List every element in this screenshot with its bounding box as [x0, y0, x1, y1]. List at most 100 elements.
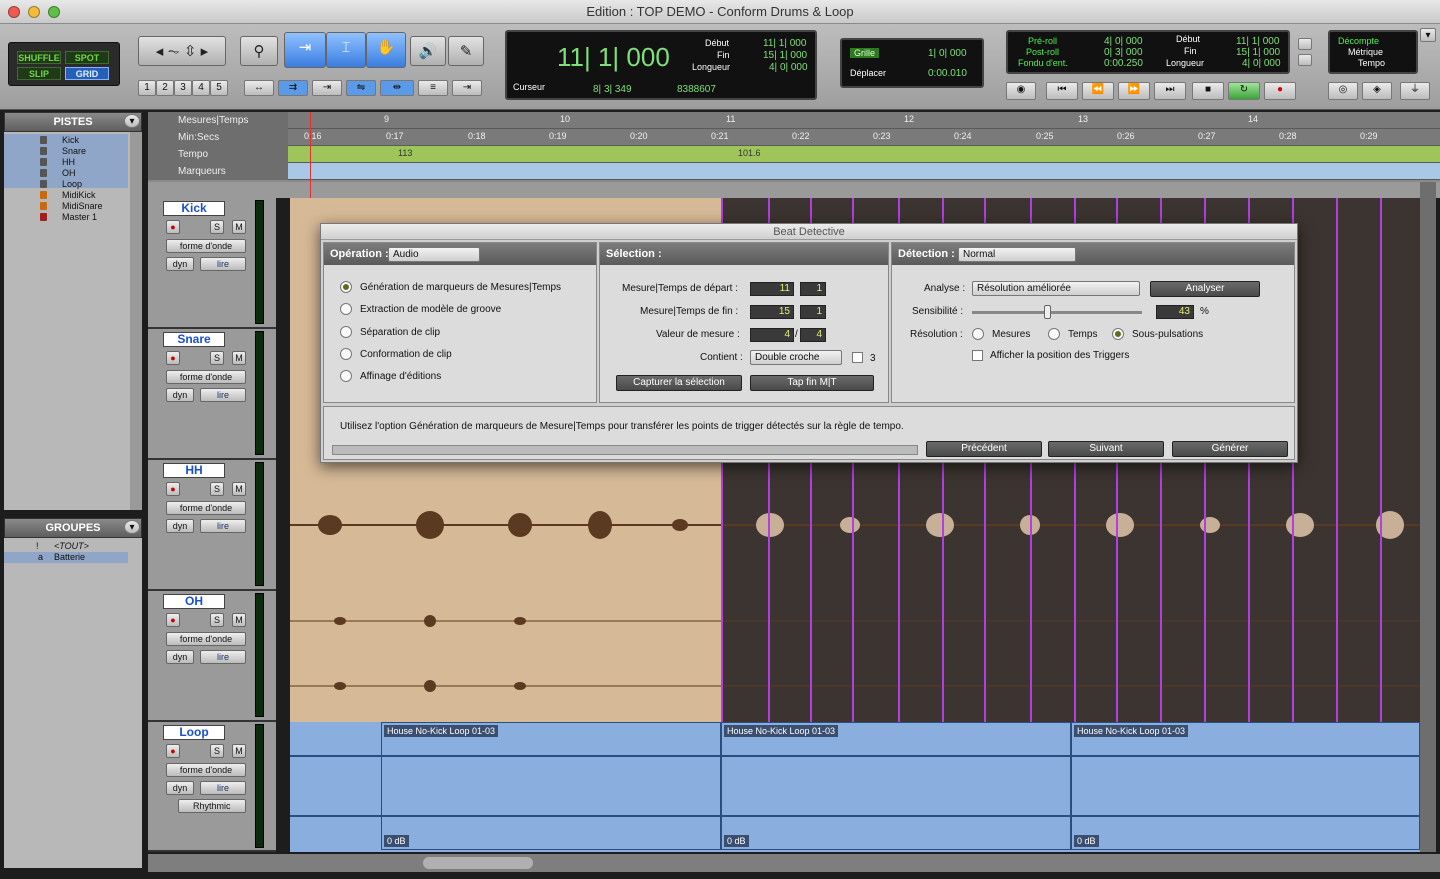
operation-select[interactable]: Audio	[388, 247, 480, 262]
end-value[interactable]: 15| 1| 000	[763, 50, 807, 61]
track-list-item-midisnare[interactable]: MidiSnare	[4, 201, 128, 212]
group-item-all[interactable]: ! <TOUT>	[4, 541, 128, 552]
trim-tool-icon[interactable]: ⇥	[284, 32, 326, 68]
edit-vertical-scrollbar[interactable]	[1420, 182, 1436, 852]
snare-view-select[interactable]: forme d'onde	[166, 370, 246, 384]
snare-dyn-button[interactable]: dyn	[166, 388, 194, 402]
snare-mute-button[interactable]: M	[232, 351, 246, 365]
link-timeline-icon[interactable]: ⇉	[278, 80, 308, 96]
res-bars-radio[interactable]	[972, 328, 984, 340]
start-beat-field[interactable]: 1	[800, 282, 826, 296]
capture-selection-button[interactable]: Capturer la sélection	[616, 375, 742, 391]
generate-button[interactable]: Générer	[1172, 441, 1288, 457]
previous-button[interactable]: Précédent	[926, 441, 1042, 457]
oh-automation-select[interactable]: lire	[200, 650, 246, 664]
sensitivity-value-field[interactable]: 43	[1156, 305, 1194, 319]
zoom-preset-2[interactable]: 2	[156, 80, 174, 96]
loop-solo-button[interactable]: S	[210, 744, 224, 758]
loop-record-button[interactable]: ●	[166, 744, 180, 758]
metronome-icon[interactable]: ⏚	[1400, 82, 1430, 100]
play-icon[interactable]: ↻	[1228, 82, 1260, 100]
analyze-button[interactable]: Analyser	[1150, 281, 1260, 297]
snare-record-button[interactable]: ●	[166, 351, 180, 365]
toggle-a-icon[interactable]	[1298, 38, 1312, 50]
sensitivity-slider-thumb[interactable]	[1044, 305, 1051, 319]
hh-solo-button[interactable]: S	[210, 482, 224, 496]
kick-solo-button[interactable]: S	[210, 220, 224, 234]
group-item-batterie[interactable]: a Batterie	[4, 552, 128, 563]
transport-start-value[interactable]: 11| 1| 000	[1236, 36, 1279, 47]
return-to-zero-icon[interactable]: ⏮	[1046, 82, 1078, 100]
oh-mute-button[interactable]: M	[232, 613, 246, 627]
show-triggers-checkbox[interactable]	[972, 350, 983, 361]
track-list-item-midikick[interactable]: MidiKick	[4, 190, 128, 201]
hh-view-select[interactable]: forme d'onde	[166, 501, 246, 515]
edit-horizontal-scrollbar[interactable]	[148, 854, 1440, 872]
shuffle-mode-button[interactable]: SHUFFLE	[17, 51, 61, 64]
end-beat-field[interactable]: 1	[800, 305, 826, 319]
tab-to-transient-icon[interactable]: ↔	[244, 80, 274, 96]
go-to-end-icon[interactable]: ⏭	[1154, 82, 1186, 100]
preroll-value[interactable]: 4| 0| 000	[1104, 36, 1143, 47]
track-list-item-hh[interactable]: HH	[4, 157, 128, 168]
tempo-ruler[interactable]: Tempo 113 101.6	[148, 146, 1440, 163]
markers-ruler[interactable]: Marqueurs	[148, 163, 1440, 180]
online-icon[interactable]: ◉	[1006, 82, 1036, 100]
postroll-value[interactable]: 0| 3| 000	[1104, 47, 1143, 58]
sensitivity-slider[interactable]	[972, 311, 1142, 314]
loop-automation-select[interactable]: lire	[200, 781, 246, 795]
scrubber-tool-icon[interactable]: 🔊	[410, 36, 446, 66]
track-name-kick[interactable]: Kick	[163, 201, 225, 216]
analysis-select[interactable]: Résolution améliorée	[972, 281, 1140, 296]
res-beats-radio[interactable]	[1048, 328, 1060, 340]
oh-record-button[interactable]: ●	[166, 613, 180, 627]
zoomer-tool-icon[interactable]: ⚲	[240, 36, 278, 66]
loop-elastic-select[interactable]: Rhythmic	[178, 799, 246, 813]
oh-view-select[interactable]: forme d'onde	[166, 632, 246, 646]
kick-record-button[interactable]: ●	[166, 220, 180, 234]
meter-denominator-field[interactable]: 4	[800, 328, 826, 342]
midi-merge-icon[interactable]: ◎	[1328, 82, 1358, 100]
track-list-item-oh[interactable]: OH	[4, 168, 128, 179]
hh-automation-select[interactable]: lire	[200, 519, 246, 533]
detection-select[interactable]: Normal	[958, 247, 1076, 262]
zoom-preset-3[interactable]: 3	[174, 80, 192, 96]
kick-automation-select[interactable]: lire	[200, 257, 246, 271]
track-list-item-loop[interactable]: Loop	[4, 179, 128, 190]
track-list-item-snare[interactable]: Snare	[4, 146, 128, 157]
hh-dyn-button[interactable]: dyn	[166, 519, 194, 533]
triplet-checkbox[interactable]	[852, 352, 863, 363]
loop-lane[interactable]: House No-Kick Loop 01-03 0 dB House No-Ki…	[290, 722, 1420, 852]
track-name-snare[interactable]: Snare	[163, 332, 225, 347]
hh-record-button[interactable]: ●	[166, 482, 180, 496]
groups-menu-icon[interactable]: ▾	[124, 520, 140, 534]
zoom-preset-1[interactable]: 1	[138, 80, 156, 96]
bars-ruler[interactable]: Mesures|Temps 9 10 11 12 13 14	[148, 112, 1440, 129]
grid-mode-button[interactable]: GRID	[65, 67, 109, 80]
tempo-label[interactable]: Tempo	[1358, 58, 1385, 68]
length-value[interactable]: 4| 0| 000	[769, 62, 808, 73]
transport-length-value[interactable]: 4| 0| 000	[1242, 58, 1281, 69]
meter-label[interactable]: Métrique	[1348, 47, 1383, 57]
end-bar-field[interactable]: 15	[750, 305, 794, 319]
snare-automation-select[interactable]: lire	[200, 388, 246, 402]
zoom-preset-4[interactable]: 4	[192, 80, 210, 96]
stop-icon[interactable]: ■	[1192, 82, 1224, 100]
kick-mute-button[interactable]: M	[232, 220, 246, 234]
fadein-value[interactable]: 0:00.250	[1104, 58, 1143, 69]
kick-dyn-button[interactable]: dyn	[166, 257, 194, 271]
minsec-ruler[interactable]: Min:Secs 0:16 0:17 0:18 0:19 0:20 0:21 0…	[148, 129, 1440, 146]
op-conform-radio[interactable]	[340, 348, 352, 360]
snare-solo-button[interactable]: S	[210, 351, 224, 365]
rewind-icon[interactable]: ⏪	[1082, 82, 1114, 100]
op-separation-radio[interactable]	[340, 326, 352, 338]
link-track-icon[interactable]: ⇥	[312, 80, 342, 96]
pencil-tool-icon[interactable]: ✎	[448, 36, 484, 66]
insertion-follows-icon[interactable]: ⇹	[380, 80, 414, 96]
loop-view-select[interactable]: forme d'onde	[166, 763, 246, 777]
oh-solo-button[interactable]: S	[210, 613, 224, 627]
selector-tool-icon[interactable]: ⌶	[326, 32, 366, 68]
oh-dyn-button[interactable]: dyn	[166, 650, 194, 664]
start-value[interactable]: 11| 1| 000	[763, 38, 806, 49]
next-button[interactable]: Suivant	[1048, 441, 1164, 457]
